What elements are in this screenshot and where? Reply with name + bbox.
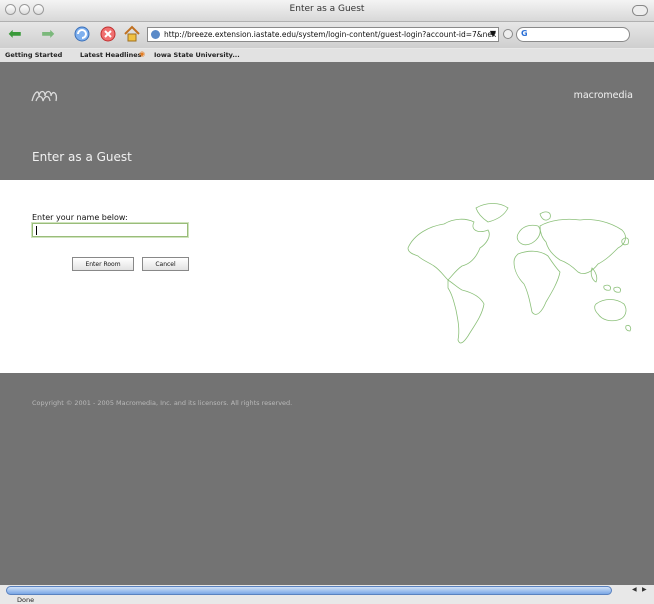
toolbar-toggle-icon[interactable] bbox=[632, 5, 648, 16]
status-bar: ◀ ▶ Done bbox=[0, 585, 654, 604]
back-arrow-icon[interactable]: ⬅ bbox=[5, 25, 25, 43]
reload-icon[interactable] bbox=[72, 25, 92, 43]
address-bar[interactable]: http://breeze.extension.iastate.edu/syst… bbox=[147, 27, 499, 42]
scroll-right-icon[interactable]: ▶ bbox=[642, 586, 647, 593]
home-icon[interactable] bbox=[122, 25, 142, 43]
window-title: Enter as a Guest bbox=[289, 4, 365, 14]
macromedia-logo-icon bbox=[31, 90, 58, 102]
window-titlebar: Enter as a Guest bbox=[0, 0, 654, 22]
page-title: Enter as a Guest bbox=[32, 150, 132, 164]
name-label: Enter your name below: bbox=[32, 213, 128, 222]
bookmark-latest-headlines[interactable]: Latest Headlines bbox=[80, 51, 142, 59]
browser-toolbar: ⬅ ➡ http://breeze.extension.iastate.edu/… bbox=[0, 22, 654, 48]
name-input[interactable] bbox=[32, 223, 188, 237]
page-footer: Copyright © 2001 - 2005 Macromedia, Inc.… bbox=[0, 373, 654, 585]
rss-icon: ◉ bbox=[139, 50, 146, 58]
search-engine-icon[interactable]: G bbox=[521, 29, 528, 38]
cancel-button[interactable]: Cancel bbox=[142, 257, 189, 271]
url-dropdown-icon[interactable]: ▼ bbox=[490, 29, 496, 38]
search-box[interactable]: G bbox=[516, 27, 630, 42]
bookmark-iowa-state[interactable]: Iowa State University... bbox=[154, 51, 240, 59]
url-text: http://breeze.extension.iastate.edu/syst… bbox=[164, 30, 497, 39]
page-header: macromedia Enter as a Guest bbox=[0, 62, 654, 180]
world-map-icon bbox=[407, 203, 632, 344]
forward-arrow-icon[interactable]: ➡ bbox=[38, 25, 58, 43]
copyright-text: Copyright © 2001 - 2005 Macromedia, Inc.… bbox=[32, 399, 293, 407]
text-caret bbox=[36, 226, 37, 235]
go-button-icon[interactable] bbox=[503, 29, 513, 39]
site-icon bbox=[151, 30, 160, 39]
stop-icon[interactable] bbox=[98, 25, 118, 43]
horizontal-scrollbar[interactable] bbox=[6, 586, 612, 595]
bookmarks-bar: Getting Started Latest Headlines ◉ Iowa … bbox=[0, 49, 654, 63]
enter-room-button[interactable]: Enter Room bbox=[72, 257, 134, 271]
main-content: Enter your name below: Enter Room Cancel bbox=[0, 180, 654, 373]
scroll-left-icon[interactable]: ◀ bbox=[632, 586, 637, 593]
brand-name: macromedia bbox=[573, 90, 633, 101]
bookmark-getting-started[interactable]: Getting Started bbox=[5, 51, 62, 59]
